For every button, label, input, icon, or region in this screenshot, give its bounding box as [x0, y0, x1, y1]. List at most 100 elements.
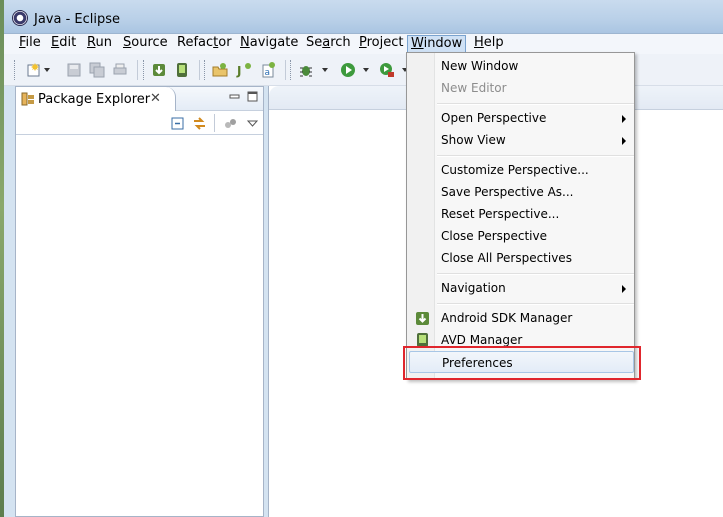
- menu-item-android-sdk-manager[interactable]: Android SDK Manager: [409, 307, 634, 329]
- new-junit-test-icon[interactable]: J: [236, 62, 252, 78]
- window-titlebar: Java - Eclipse: [4, 0, 723, 34]
- toolbar-separator: [285, 60, 286, 80]
- minimize-icon[interactable]: [229, 91, 240, 102]
- menu-item-label: Save Perspective As...: [441, 185, 574, 199]
- menu-separator: [437, 103, 634, 105]
- menu-source[interactable]: Source: [120, 35, 171, 53]
- menu-run[interactable]: Run: [84, 35, 115, 53]
- menu-item-new-window[interactable]: New Window: [409, 55, 634, 77]
- collapse-all-icon[interactable]: [170, 116, 185, 131]
- menu-navigate-label: avigate: [249, 35, 299, 50]
- menu-separator: [437, 155, 634, 157]
- menu-item-label: Open Perspective: [441, 111, 547, 125]
- menu-help-mnemonic: H: [474, 35, 484, 50]
- menu-source-label: ource: [131, 35, 168, 50]
- package-explorer-tab-label: Package Explorer: [38, 92, 151, 107]
- package-explorer-tab[interactable]: Package Explorer ✕: [16, 87, 176, 111]
- link-with-editor-icon[interactable]: [192, 116, 207, 131]
- menu-item-label: AVD Manager: [441, 333, 523, 347]
- new-android-project-icon[interactable]: [212, 62, 228, 78]
- menu-window-mnemonic: W: [411, 36, 424, 51]
- annotation-highlight-box: [403, 346, 641, 380]
- window-menu-dropdown: New Window New Editor Open Perspective S…: [406, 52, 635, 380]
- run-icon[interactable]: [340, 62, 356, 78]
- menu-navigate[interactable]: Navigate: [237, 35, 301, 53]
- menu-refactor[interactable]: Refactor: [174, 35, 235, 53]
- menu-separator: [437, 273, 634, 275]
- menu-item-open-perspective[interactable]: Open Perspective: [409, 107, 634, 129]
- eclipse-logo-icon: [12, 10, 28, 26]
- avd-toolbar-icon[interactable]: [174, 62, 190, 78]
- submenu-arrow-icon: [622, 115, 626, 123]
- submenu-arrow-icon: [622, 137, 626, 145]
- android-sdk-icon: [416, 312, 429, 325]
- new-dropdown-caret[interactable]: [44, 68, 50, 72]
- menu-file[interactable]: File: [16, 35, 44, 53]
- menu-item-label: Close All Perspectives: [441, 251, 572, 265]
- package-explorer-view-toolbar: [16, 111, 263, 135]
- menu-search[interactable]: Search: [303, 35, 354, 53]
- menu-navigate-mnemonic: N: [240, 35, 250, 50]
- toolbar-separator: [137, 60, 138, 80]
- package-explorer-panel: Package Explorer ✕: [15, 86, 264, 517]
- save-icon[interactable]: [66, 62, 82, 78]
- run-external-tools-icon[interactable]: [379, 62, 395, 78]
- toolbar-grip[interactable]: [14, 60, 17, 80]
- view-menu-icon[interactable]: [245, 116, 260, 131]
- menu-item-label: Navigation: [441, 281, 506, 295]
- menu-refactor-label: or: [218, 35, 232, 50]
- menu-item-label: Android SDK Manager: [441, 311, 573, 325]
- debug-icon[interactable]: [298, 62, 314, 78]
- toolbar-grip[interactable]: [143, 60, 146, 80]
- menu-project-mnemonic: P: [359, 35, 367, 50]
- menu-item-new-editor: New Editor: [409, 77, 634, 99]
- submenu-arrow-icon: [622, 285, 626, 293]
- view-toolbar-separator: [214, 114, 215, 132]
- package-explorer-tabrow: Package Explorer ✕: [16, 87, 263, 111]
- toolbar-grip[interactable]: [290, 60, 293, 80]
- android-sdk-toolbar-icon[interactable]: [151, 62, 167, 78]
- print-icon[interactable]: [112, 62, 128, 78]
- toolbar-separator: [199, 60, 200, 80]
- run-dropdown-caret[interactable]: [363, 68, 369, 72]
- menu-item-customize-perspective[interactable]: Customize Perspective...: [409, 159, 634, 181]
- package-explorer-icon: [21, 92, 34, 106]
- svg-text:J: J: [236, 64, 241, 78]
- menu-refactor-label-pre: Refac: [177, 35, 214, 50]
- menu-window[interactable]: Window: [407, 35, 467, 53]
- menu-item-reset-perspective[interactable]: Reset Perspective...: [409, 203, 634, 225]
- menu-item-save-perspective-as[interactable]: Save Perspective As...: [409, 181, 634, 203]
- close-icon[interactable]: ✕: [150, 91, 161, 106]
- filters-icon[interactable]: [223, 116, 238, 131]
- menu-run-label: un: [95, 35, 112, 50]
- menu-search-label: rch: [330, 35, 351, 50]
- menu-item-label: Show View: [441, 133, 506, 147]
- menu-project-label: roject: [366, 35, 404, 50]
- menu-item-label: Reset Perspective...: [441, 207, 560, 221]
- toolbar-grip[interactable]: [204, 60, 207, 80]
- menu-edit[interactable]: Edit: [48, 35, 79, 53]
- maximize-icon[interactable]: [247, 91, 258, 102]
- menu-project[interactable]: Project: [356, 35, 407, 53]
- menu-file-label: ile: [25, 35, 41, 50]
- menu-item-navigation[interactable]: Navigation: [409, 277, 634, 299]
- new-android-xml-icon[interactable]: a: [260, 62, 276, 78]
- menu-edit-label: dit: [59, 35, 77, 50]
- window-title: Java - Eclipse: [34, 12, 121, 27]
- menu-separator: [437, 303, 634, 305]
- menu-item-label: New Window: [441, 59, 519, 73]
- debug-dropdown-caret[interactable]: [322, 68, 328, 72]
- menu-help[interactable]: Help: [471, 35, 507, 53]
- menu-item-label: Customize Perspective...: [441, 163, 589, 177]
- menu-item-show-view[interactable]: Show View: [409, 129, 634, 151]
- new-icon[interactable]: [26, 62, 42, 78]
- menu-search-label-pre: Se: [306, 35, 323, 50]
- menu-item-label: New Editor: [441, 81, 507, 95]
- svg-text:a: a: [265, 68, 271, 78]
- menu-item-close-all-perspectives[interactable]: Close All Perspectives: [409, 247, 634, 269]
- menu-edit-mnemonic: E: [51, 35, 60, 50]
- menubar: File Edit Run Source Refactor Navigate S…: [4, 34, 723, 54]
- menu-item-close-perspective[interactable]: Close Perspective: [409, 225, 634, 247]
- menu-window-label: indow: [423, 36, 463, 51]
- save-all-icon[interactable]: [89, 62, 105, 78]
